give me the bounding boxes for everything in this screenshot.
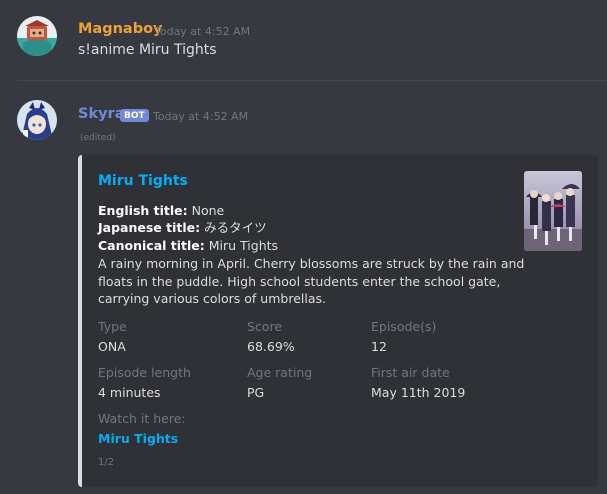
synopsis-line: carrying various colors of umbrellas. (98, 291, 326, 306)
english-title-value: None (191, 203, 225, 218)
japanese-title-label: Japanese title: (98, 220, 201, 235)
message-content: s!anime Miru Tights (78, 42, 217, 58)
embed-footer-page: 1/2 (98, 457, 115, 468)
watch-link[interactable]: Miru Tights (98, 431, 178, 446)
timestamp: Today at 4:52 AM (155, 25, 251, 38)
avatar-skyra[interactable] (17, 100, 57, 140)
field-value-age-rating: PG (247, 385, 265, 400)
field-name-first-air-date: First air date (371, 365, 450, 380)
field-value-score: 68.69% (247, 339, 295, 354)
username-skyra[interactable]: Skyra (78, 106, 124, 122)
field-name-episodes: Episode(s) (371, 319, 437, 334)
rich-embed: Miru Tights English title: None Japanese… (78, 155, 598, 487)
english-title-label: English title: (98, 203, 188, 218)
japanese-title-value: みるタイツ (204, 220, 267, 235)
field-value-episode-length: 4 minutes (98, 385, 161, 400)
embed-color-bar (78, 155, 82, 487)
embed-title[interactable]: Miru Tights (98, 173, 188, 189)
field-name-episode-length: Episode length (98, 365, 191, 380)
field-value-first-air-date: May 11th 2019 (371, 385, 466, 400)
timestamp: Today at 4:52 AM (153, 110, 249, 123)
field-name-age-rating: Age rating (247, 365, 313, 380)
anime-cover-thumbnail-icon[interactable] (524, 171, 582, 251)
message-divider (17, 80, 607, 81)
canonical-title-label: Canonical title: (98, 238, 205, 253)
field-value-type: ONA (98, 339, 126, 354)
field-name-score: Score (247, 319, 283, 334)
synopsis-line: A rainy morning in April. Cherry blossom… (98, 256, 525, 271)
bot-tag: BOT (120, 109, 149, 122)
username-magnaboy[interactable]: Magnaboy (78, 21, 163, 37)
field-name-type: Type (98, 319, 127, 334)
avatar-magnaboy[interactable] (17, 16, 57, 56)
synopsis-line: floats in the puddle. High school studen… (98, 274, 501, 289)
canonical-title-value: Miru Tights (208, 238, 279, 253)
japanese-title-line: Japanese title: みるタイツ (98, 219, 267, 236)
field-value-episodes: 12 (371, 339, 387, 354)
edited-label: (edited) (80, 133, 116, 143)
english-title-line: English title: None (98, 202, 224, 219)
field-name-watch: Watch it here: (98, 411, 186, 426)
canonical-title-line: Canonical title: Miru Tights (98, 237, 278, 254)
